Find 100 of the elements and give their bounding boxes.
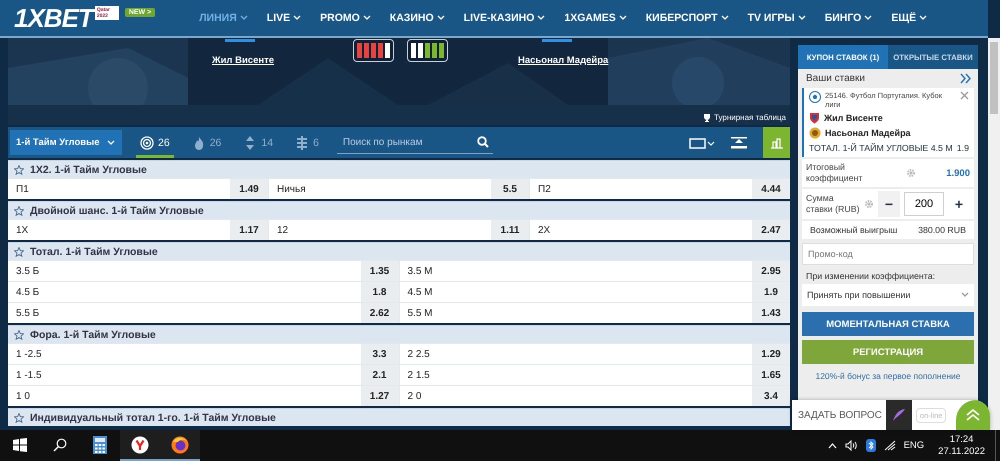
- search-field[interactable]: Поиск по рынкам: [340, 136, 477, 148]
- search-icon[interactable]: [53, 438, 67, 452]
- market-title: Тотал. 1-й Тайм Угловые: [30, 246, 158, 258]
- nav-item[interactable]: ЕЩЁ: [881, 12, 936, 24]
- star-icon[interactable]: [14, 330, 24, 340]
- odds-button[interactable]: 3.4: [752, 386, 790, 406]
- odds-change-dropdown[interactable]: Принять при повышении: [802, 284, 974, 306]
- nav-item[interactable]: 1XGAMES: [554, 12, 636, 24]
- odds-button[interactable]: 1.11: [491, 220, 529, 240]
- odds-button[interactable]: 1.35: [360, 261, 398, 281]
- screen-icon[interactable]: [689, 136, 715, 148]
- soccer-ball-icon: [809, 91, 821, 103]
- browser-icon[interactable]: [131, 436, 149, 454]
- chevron-down-icon: [293, 15, 302, 21]
- close-icon[interactable]: [960, 91, 969, 100]
- chevron-down-icon: [362, 15, 371, 21]
- odds-button[interactable]: 2.95: [752, 261, 790, 281]
- team-name: Насьонал Мадейра: [825, 128, 911, 138]
- chat-label[interactable]: ЗАДАТЬ ВОПРОС: [798, 410, 882, 420]
- team-link[interactable]: Жил Висенте: [212, 55, 274, 66]
- windows-icon[interactable]: [13, 438, 27, 452]
- chevron-down-icon: [961, 292, 969, 298]
- instant-bet-button[interactable]: МОМЕНТАЛЬНАЯ СТАВКА: [802, 312, 974, 336]
- odds-button[interactable]: 1.17: [230, 220, 268, 240]
- market-header[interactable]: Тотал. 1-й Тайм Угловые: [8, 242, 790, 260]
- expand-chat-button[interactable]: [956, 400, 990, 430]
- chevron-down-icon: [537, 15, 546, 21]
- outcome-label: 2X: [537, 224, 552, 236]
- nav-item[interactable]: LIVE-КАЗИНО: [454, 12, 554, 24]
- nav-item[interactable]: TV ИГРЫ: [738, 12, 815, 24]
- nav-item[interactable]: PROMO: [310, 12, 380, 24]
- feather-icon[interactable]: [892, 408, 906, 422]
- period-dropdown[interactable]: 1-й Тайм Угловые: [10, 130, 122, 155]
- language-indicator[interactable]: ENG: [904, 440, 924, 451]
- team-link[interactable]: Насьонал Мадейра: [518, 55, 608, 66]
- odds-button[interactable]: 1.43: [752, 303, 790, 323]
- star-icon[interactable]: [14, 206, 24, 216]
- chevron-up-icon[interactable]: [828, 442, 837, 448]
- market-header[interactable]: Фора. 1-й Тайм Угловые: [8, 325, 790, 343]
- speaker-icon[interactable]: [844, 440, 858, 451]
- odds-button[interactable]: 5.5: [491, 179, 529, 199]
- odds-button[interactable]: 3.3: [360, 344, 398, 364]
- outcome-label: П1: [15, 184, 30, 194]
- browser-icon[interactable]: [171, 436, 189, 454]
- odds-button[interactable]: 1.65: [752, 365, 790, 385]
- bluetooth-icon[interactable]: [866, 439, 876, 452]
- outcome-label: 12: [276, 224, 290, 236]
- chevron-down-icon: [107, 140, 116, 146]
- star-icon[interactable]: [14, 412, 24, 422]
- promo-code-field[interactable]: Промо-код: [802, 243, 974, 265]
- possible-win-label: Возможный выигрыш: [810, 225, 898, 235]
- market-header[interactable]: 1X2. 1-й Тайм Угловые: [8, 160, 790, 178]
- total-odds-value: 1.900: [946, 168, 970, 178]
- odds-button[interactable]: 1.49: [230, 179, 268, 199]
- bonus-link[interactable]: 120%-й бонус за первое пополнение: [798, 364, 978, 381]
- logo[interactable]: 1XBET: [14, 2, 93, 34]
- outcome-label: П2: [537, 184, 552, 194]
- outcome-label: 3.5 М: [406, 266, 434, 276]
- nav-item[interactable]: БИНГО: [814, 12, 882, 24]
- market-header[interactable]: Двойной шанс. 1-й Тайм Угловые: [8, 201, 790, 219]
- market-title: 1X2. 1-й Тайм Угловые: [30, 164, 147, 176]
- double-chevron-up-icon: [966, 409, 980, 421]
- calculator-icon[interactable]: [91, 436, 109, 454]
- odds-button[interactable]: 2.47: [752, 220, 790, 240]
- double-chevron-icon[interactable]: [960, 73, 972, 84]
- increase-button[interactable]: +: [948, 191, 970, 217]
- nav-item[interactable]: LIVE: [256, 12, 310, 24]
- odds-button[interactable]: 2.1: [360, 365, 398, 385]
- outcome-label: 4.5 Б: [15, 286, 40, 298]
- chevron-down-icon: [919, 15, 928, 21]
- outcome-label: 2 0: [406, 390, 422, 402]
- odds-button[interactable]: 1.27: [360, 386, 398, 406]
- trophy-icon: [703, 114, 712, 122]
- outcome-label: 2 1.5: [406, 370, 431, 380]
- collapse-icon[interactable]: [731, 136, 747, 148]
- odds-button[interactable]: 1.9: [752, 282, 790, 302]
- star-icon[interactable]: [14, 164, 24, 174]
- star-icon[interactable]: [14, 246, 24, 256]
- chevron-down-icon: [864, 15, 872, 21]
- market-title: Индивидуальный тотал 1-го. 1-й Тайм Угловые: [30, 412, 276, 424]
- stake-label: Сумма ставки (RUB): [806, 193, 860, 215]
- network-icon[interactable]: [884, 440, 896, 451]
- search-icon: [476, 136, 489, 148]
- form-indicator: [353, 39, 394, 62]
- total-odds-label: Итоговый коэффициент: [806, 162, 864, 184]
- nav-item[interactable]: КИБЕРСПОРТ: [636, 12, 738, 24]
- odds-button[interactable]: 1.8: [360, 282, 398, 302]
- odds-button[interactable]: 1.29: [752, 344, 790, 364]
- odds-button[interactable]: 4.44: [752, 179, 790, 199]
- outcome-label: 1 -1.5: [15, 370, 43, 380]
- nav-item[interactable]: КАЗИНО: [380, 12, 454, 24]
- odds-button[interactable]: 2.62: [360, 303, 398, 323]
- stake-field[interactable]: 200: [904, 192, 944, 216]
- scrollbar-thumb[interactable]: [990, 42, 998, 114]
- odds-change-label: При изменении коэффициента:: [805, 270, 936, 283]
- clock[interactable]: 17:24 27.11.2022: [938, 434, 985, 458]
- standings-link[interactable]: Турнирная таблица: [714, 113, 786, 122]
- market-header[interactable]: Индивидуальный тотал 1-го. 1-й Тайм Угловые: [8, 408, 790, 426]
- outcome-label: 5.5 М: [406, 308, 434, 318]
- decrease-button[interactable]: −: [878, 191, 900, 217]
